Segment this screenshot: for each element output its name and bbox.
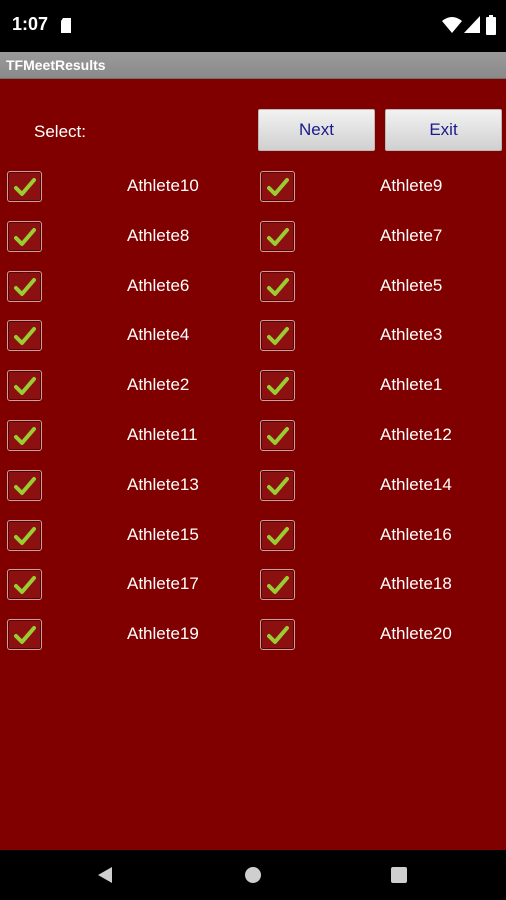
wifi-icon [442,17,462,33]
athlete-row: Athlete11 Athlete12 [0,420,506,462]
athlete-name: Athlete20 [380,624,452,644]
status-time: 1:07 [12,14,49,34]
app-title-bar: TFMeetResults [0,52,506,79]
checkmark-icon [267,626,289,645]
home-icon[interactable] [245,867,261,883]
athlete-row: Athlete2 Athlete1 [0,370,506,412]
checkmark-icon [267,327,289,346]
athlete-row: Athlete8 Athlete7 [0,220,506,263]
athlete-row: Athlete6 Athlete5 [0,270,506,313]
athlete-row: Athlete13 Athlete14 [0,469,506,512]
main-content: Select: Next Exit Athlete10 Athlete9 Athle… [0,79,506,850]
checkmark-icon [267,178,289,196]
athlete-checkbox[interactable] [7,370,42,402]
athlete-name: Athlete15 [127,524,199,544]
sd-card-icon [61,18,71,33]
athlete-checkbox[interactable] [7,569,42,601]
athlete-name: Athlete11 [127,425,198,444]
next-button[interactable]: Next [258,109,375,151]
checkmark-icon [14,277,36,296]
checkmark-icon [267,476,289,495]
checkmark-icon [14,227,36,246]
checkmark-icon [14,626,36,645]
athlete-name: Athlete12 [380,425,452,444]
athlete-name: Athlete3 [380,325,443,345]
athlete-name: Athlete16 [380,524,452,544]
athlete-checkbox[interactable] [260,220,295,252]
athlete-row: Athlete10 Athlete9 [0,171,506,213]
navigation-bar [0,850,506,900]
athlete-name: Athlete19 [127,624,199,644]
checkmark-icon [14,327,36,346]
recents-icon[interactable] [391,867,407,883]
athlete-name: Athlete10 [127,176,199,195]
checkmark-icon [14,576,36,595]
athlete-checkbox[interactable] [260,171,295,202]
select-label: Select: [34,122,86,141]
athlete-checkbox[interactable] [7,420,42,451]
signal-icon [464,16,480,33]
athlete-name: Athlete18 [380,574,452,594]
checkmark-icon [14,427,36,445]
checkmark-icon [267,277,289,296]
athlete-name: Athlete8 [127,225,190,245]
checkmark-icon [14,178,36,196]
athlete-checkbox[interactable] [260,469,295,501]
checkmark-icon [267,227,289,246]
athlete-checkbox[interactable] [7,519,42,551]
athlete-name: Athlete14 [380,474,452,494]
athlete-name: Athlete5 [380,275,443,295]
checkmark-icon [267,427,289,445]
athlete-checkbox[interactable] [260,270,295,302]
checkmark-icon [267,526,289,545]
athlete-name: Athlete4 [127,325,190,345]
athlete-checkbox[interactable] [7,220,42,252]
app-title: TFMeetResults [6,57,106,73]
checkmark-icon [14,526,36,545]
athlete-name: Athlete1 [380,375,443,395]
athlete-checkbox[interactable] [260,569,295,601]
athlete-checkbox[interactable] [260,420,295,451]
checkmark-icon [14,377,36,396]
athlete-row: Athlete19 Athlete20 [0,619,506,661]
checkmark-icon [267,576,289,595]
athlete-checkbox[interactable] [260,320,295,352]
status-bar: 1:07 [0,0,506,52]
athlete-checkbox[interactable] [260,619,295,651]
athlete-name: Athlete13 [127,474,199,494]
athlete-name: Athlete9 [380,176,443,195]
athlete-row: Athlete4 Athlete3 [0,320,506,362]
athlete-name: Athlete2 [127,375,190,395]
athlete-name: Athlete6 [127,275,190,295]
athlete-checkbox[interactable] [7,270,42,302]
athlete-name: Athlete7 [380,225,443,245]
exit-button[interactable]: Exit [385,109,502,151]
athlete-checkbox[interactable] [7,171,42,202]
athlete-checkbox[interactable] [7,469,42,501]
athlete-name: Athlete17 [127,574,199,594]
athlete-checkbox[interactable] [7,320,42,352]
battery-icon [486,15,496,35]
athlete-checkbox[interactable] [7,619,42,651]
checkmark-icon [267,377,289,396]
athlete-checkbox[interactable] [260,519,295,551]
checkmark-icon [14,476,36,495]
back-icon[interactable] [96,866,114,884]
athlete-row: Athlete17 Athlete18 [0,569,506,611]
athlete-row: Athlete15 Athlete16 [0,519,506,562]
athlete-checkbox[interactable] [260,370,295,402]
